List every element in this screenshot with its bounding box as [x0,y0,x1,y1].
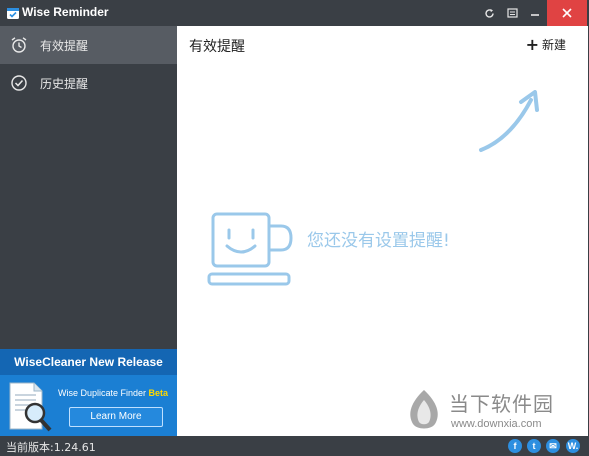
promo-product-name: Wise Duplicate Finder [58,388,147,398]
refresh-button[interactable] [478,0,500,26]
menu-button[interactable] [501,0,523,26]
menu-icon [506,8,518,18]
app-title: Wise Reminder [22,5,109,19]
alarm-clock-icon [9,35,29,55]
minimize-icon [531,14,539,16]
refresh-icon [484,8,494,18]
wise-icon[interactable]: W. [566,439,580,453]
empty-state-message: 您还没有设置提醒! [307,231,450,251]
new-reminder-label: 新建 [541,38,566,52]
empty-coffee-cup-icon [207,212,293,286]
promo-header: WiseCleaner New Release [0,349,177,375]
facebook-icon[interactable]: f [508,439,522,453]
email-icon[interactable]: ✉ [546,439,560,453]
check-circle-icon [9,73,29,93]
app-window: Wise Reminder 有效提醒 历史提醒 WiseCleaner New … [0,0,589,456]
sidebar-item-active-reminders[interactable]: 有效提醒 [0,26,177,64]
sidebar-item-label: 有效提醒 [40,38,89,53]
main-panel: 有效提醒 + 新建 您还没有设置提醒! 当下软件园 www.downxia.co… [177,26,588,436]
document-magnifier-icon [9,382,52,432]
version-label: 当前版本:1.24.61 [6,441,96,454]
watermark-url: www.downxia.com [451,418,542,430]
sidebar: 有效提醒 历史提醒 WiseCleaner New Release Wise D… [0,26,177,436]
promo-product: Wise Duplicate Finder Beta [58,388,168,398]
page-title: 有效提醒 [189,39,245,55]
watermark-text: 当下软件园 [449,392,554,416]
close-icon [562,8,572,18]
app-logo-icon [7,8,19,19]
promo-beta-tag: Beta [148,388,169,398]
title-bar[interactable]: Wise Reminder [0,0,589,26]
sidebar-item-history-reminders[interactable]: 历史提醒 [0,64,177,102]
minimize-button[interactable] [524,0,546,26]
hint-arrow-icon [479,90,539,152]
close-button[interactable] [547,0,587,26]
promo-banner[interactable]: WiseCleaner New Release Wise Duplicate F… [0,349,177,436]
twitter-icon[interactable]: t [527,439,541,453]
sidebar-item-label: 历史提醒 [40,76,89,91]
watermark-logo-icon [410,390,438,429]
new-reminder-button[interactable]: + 新建 [526,35,566,54]
learn-more-button[interactable]: Learn More [69,407,163,427]
plus-icon: + [525,35,539,54]
status-bar: 当前版本:1.24.61 f t ✉ W. [0,436,589,456]
